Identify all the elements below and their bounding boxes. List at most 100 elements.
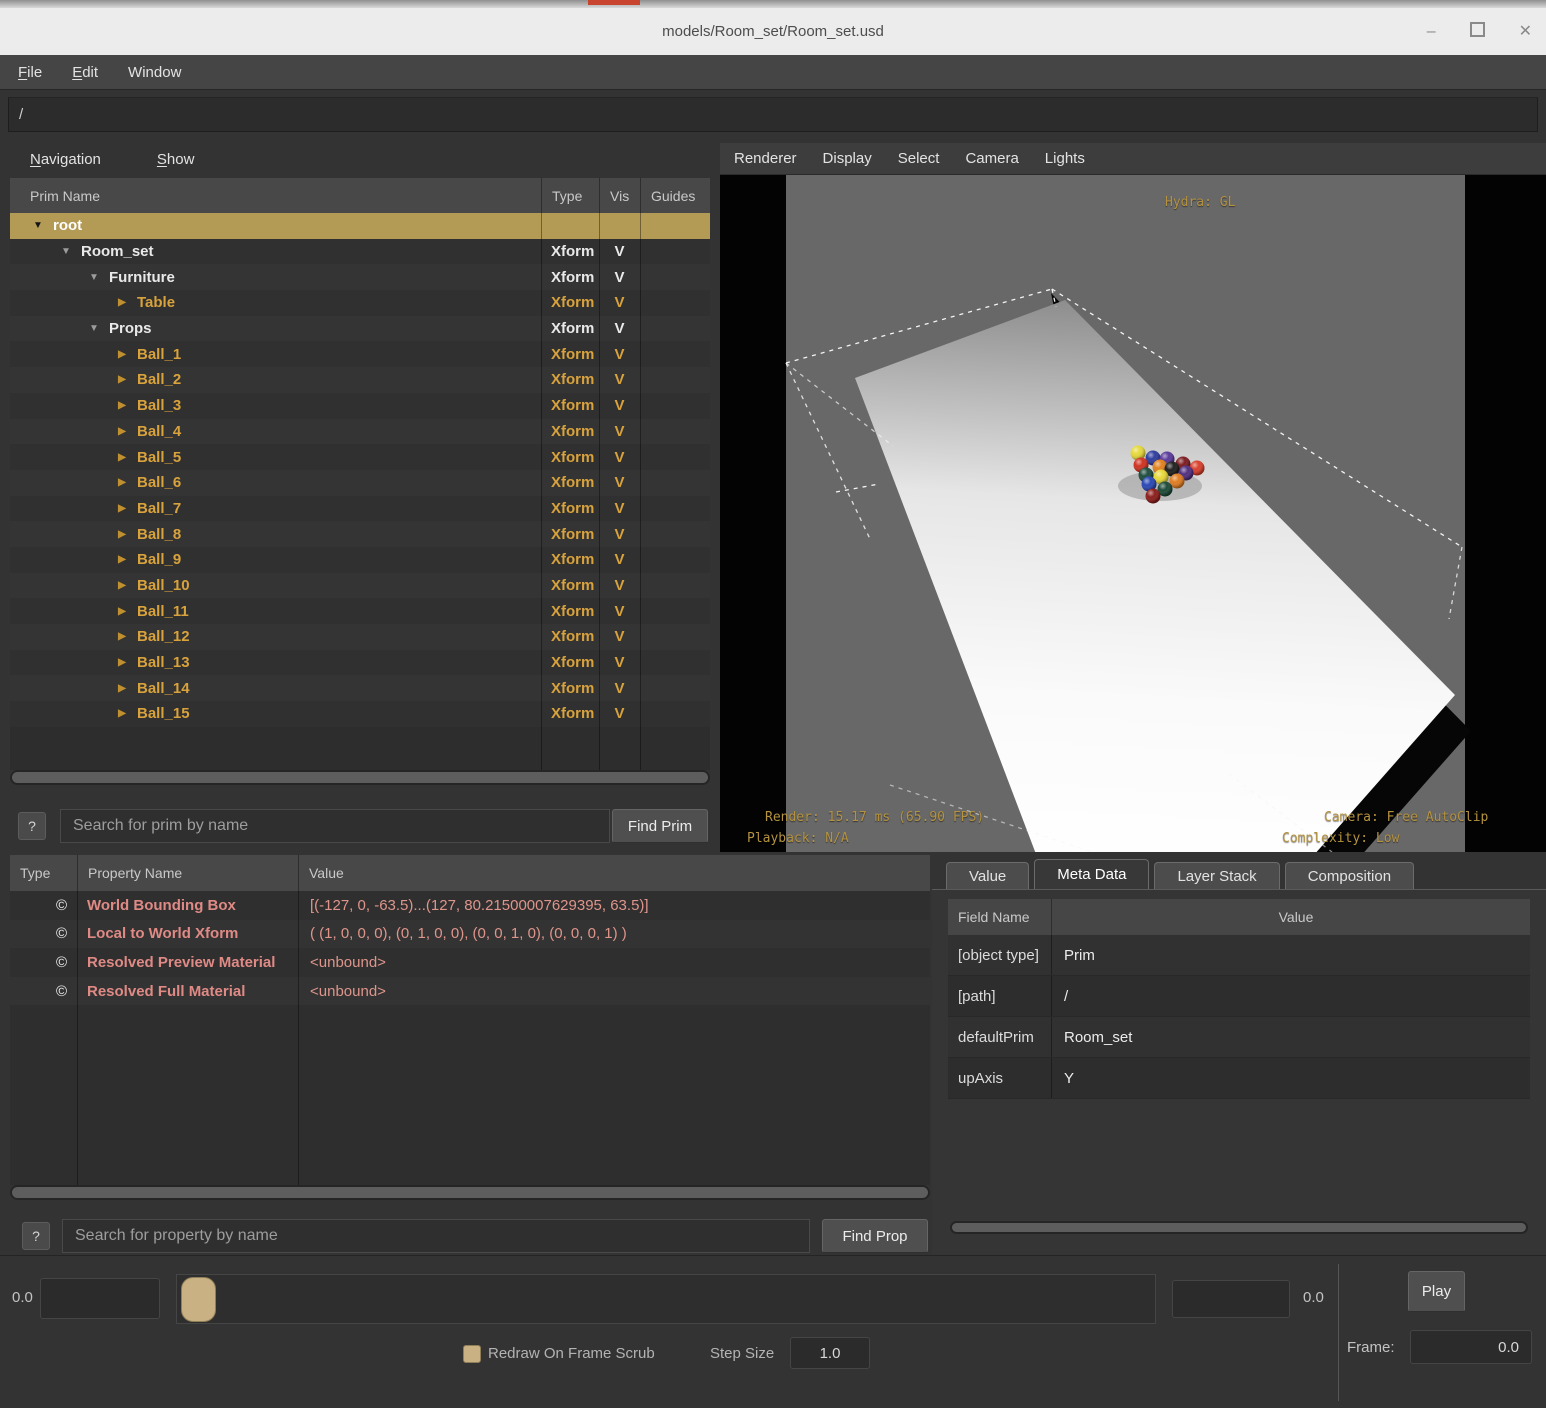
- tree-row-ball_2[interactable]: ▶ Ball_2 Xform V: [10, 367, 710, 393]
- viewport-3d[interactable]: Hydra: GL Render: 15.17 ms (65.90 FPS) P…: [720, 175, 1546, 1111]
- tab-meta-data[interactable]: Meta Data: [1034, 859, 1150, 889]
- tree-menu-show[interactable]: Show: [157, 151, 195, 168]
- tree-row-root[interactable]: ▼ root: [10, 213, 710, 239]
- prim-visibility[interactable]: V: [599, 551, 640, 568]
- menu-edit[interactable]: Edit: [72, 64, 98, 81]
- expand-arrow-icon[interactable]: ▶: [115, 657, 129, 668]
- prim-visibility[interactable]: V: [599, 397, 640, 414]
- tree-row-ball_5[interactable]: ▶ Ball_5 Xform V: [10, 444, 710, 470]
- tab-value[interactable]: Value: [946, 862, 1030, 889]
- prim-visibility[interactable]: V: [599, 526, 640, 543]
- viewport-menu-display[interactable]: Display: [823, 150, 872, 167]
- viewport-menu-lights[interactable]: Lights: [1045, 150, 1085, 167]
- tree-row-props[interactable]: ▼ Props Xform V: [10, 315, 710, 342]
- timeline-start-input[interactable]: [40, 1278, 160, 1319]
- viewport-menu-renderer[interactable]: Renderer: [734, 150, 797, 167]
- tree-menu-navigation[interactable]: Navigation: [30, 151, 101, 168]
- prim-visibility[interactable]: V: [599, 474, 640, 491]
- tree-row-ball_15[interactable]: ▶ Ball_15 Xform V: [10, 701, 710, 727]
- prim-visibility[interactable]: V: [599, 628, 640, 645]
- tree-row-ball_4[interactable]: ▶ Ball_4 Xform V: [10, 418, 710, 445]
- step-size-input[interactable]: 1.0: [790, 1337, 870, 1369]
- tree-row-ball_13[interactable]: ▶ Ball_13 Xform V: [10, 649, 710, 676]
- redraw-checkbox[interactable]: [463, 1345, 481, 1363]
- metadata-row[interactable]: [object type] Prim: [948, 935, 1530, 976]
- prim-visibility[interactable]: V: [599, 320, 640, 337]
- prim-search-help-button[interactable]: ?: [18, 812, 46, 840]
- property-row[interactable]: © Resolved Full Material <unbound>: [10, 976, 930, 1006]
- prim-visibility[interactable]: V: [599, 294, 640, 311]
- expand-arrow-icon[interactable]: ▶: [115, 529, 129, 540]
- expand-arrow-icon[interactable]: ▶: [115, 554, 129, 565]
- expand-arrow-icon[interactable]: ▶: [115, 631, 129, 642]
- tab-layer-stack[interactable]: Layer Stack: [1154, 862, 1280, 889]
- frame-slider-handle[interactable]: [181, 1277, 216, 1322]
- tree-row-ball_12[interactable]: ▶ Ball_12 Xform V: [10, 624, 710, 650]
- expand-arrow-icon[interactable]: ▶: [115, 580, 129, 591]
- tree-row-furniture[interactable]: ▼ Furniture Xform V: [10, 264, 710, 291]
- expand-arrow-icon[interactable]: ▶: [115, 683, 129, 694]
- prim-visibility[interactable]: V: [599, 243, 640, 260]
- expand-arrow-icon[interactable]: ▶: [115, 708, 129, 719]
- play-button[interactable]: Play: [1408, 1271, 1465, 1312]
- tree-row-room_set[interactable]: ▼ Room_set Xform V: [10, 238, 710, 265]
- find-prop-button[interactable]: Find Prop: [822, 1219, 928, 1253]
- tab-composition[interactable]: Composition: [1284, 862, 1415, 889]
- viewport-menu-camera[interactable]: Camera: [965, 150, 1018, 167]
- minimize-icon[interactable]: –: [1427, 23, 1436, 40]
- prim-visibility[interactable]: V: [599, 449, 640, 466]
- menu-window[interactable]: Window: [128, 64, 181, 81]
- expand-arrow-icon[interactable]: ▶: [115, 400, 129, 411]
- tree-row-ball_8[interactable]: ▶ Ball_8 Xform V: [10, 521, 710, 547]
- property-horizontal-scrollbar[interactable]: [10, 1185, 930, 1200]
- collapse-arrow-icon[interactable]: ▼: [59, 246, 73, 257]
- expand-arrow-icon[interactable]: ▶: [115, 477, 129, 488]
- menu-file[interactable]: File: [18, 64, 42, 81]
- prim-visibility[interactable]: V: [599, 654, 640, 671]
- expand-arrow-icon[interactable]: ▶: [115, 606, 129, 617]
- expand-arrow-icon[interactable]: ▶: [115, 503, 129, 514]
- close-icon[interactable]: ✕: [1519, 23, 1532, 40]
- prim-visibility[interactable]: V: [599, 680, 640, 697]
- titlebar[interactable]: models/Room_set/Room_set.usd – ✕: [0, 8, 1546, 56]
- prim-visibility[interactable]: V: [599, 603, 640, 620]
- expand-arrow-icon[interactable]: ▶: [115, 374, 129, 385]
- frame-input[interactable]: 0.0: [1410, 1330, 1532, 1364]
- metadata-row[interactable]: upAxis Y: [948, 1058, 1530, 1099]
- tree-row-ball_10[interactable]: ▶ Ball_10 Xform V: [10, 572, 710, 599]
- property-search-help-button[interactable]: ?: [22, 1222, 50, 1250]
- metadata-row[interactable]: [path] /: [948, 976, 1530, 1017]
- find-prim-button[interactable]: Find Prim: [612, 809, 708, 843]
- collapse-arrow-icon[interactable]: ▼: [87, 323, 101, 334]
- expand-arrow-icon[interactable]: ▶: [115, 349, 129, 360]
- property-row[interactable]: © Resolved Preview Material <unbound>: [10, 948, 930, 977]
- prim-visibility[interactable]: V: [599, 577, 640, 594]
- maximize-icon[interactable]: [1469, 22, 1485, 41]
- property-row[interactable]: © Local to World Xform ( (1, 0, 0, 0), (0,…: [10, 919, 930, 949]
- prim-visibility[interactable]: V: [599, 705, 640, 722]
- prim-visibility[interactable]: V: [599, 346, 640, 363]
- viewport-menu-select[interactable]: Select: [898, 150, 940, 167]
- prim-visibility[interactable]: V: [599, 500, 640, 517]
- property-row[interactable]: © World Bounding Box [(-127, 0, -63.5)...(…: [10, 891, 930, 920]
- collapse-arrow-icon[interactable]: ▼: [31, 220, 45, 231]
- metadata-horizontal-scrollbar[interactable]: [950, 1221, 1528, 1234]
- tree-row-ball_7[interactable]: ▶ Ball_7 Xform V: [10, 495, 710, 522]
- tree-row-ball_11[interactable]: ▶ Ball_11 Xform V: [10, 598, 710, 624]
- tree-row-ball_3[interactable]: ▶ Ball_3 Xform V: [10, 392, 710, 419]
- prim-visibility[interactable]: V: [599, 371, 640, 388]
- metadata-row[interactable]: defaultPrim Room_set: [948, 1017, 1530, 1058]
- expand-arrow-icon[interactable]: ▶: [115, 297, 129, 308]
- tree-row-ball_9[interactable]: ▶ Ball_9 Xform V: [10, 546, 710, 573]
- collapse-arrow-icon[interactable]: ▼: [87, 272, 101, 283]
- frame-slider[interactable]: [176, 1274, 1156, 1324]
- prim-visibility[interactable]: V: [599, 269, 640, 286]
- expand-arrow-icon[interactable]: ▶: [115, 452, 129, 463]
- tree-row-ball_14[interactable]: ▶ Ball_14 Xform V: [10, 675, 710, 702]
- property-search-input[interactable]: Search for property by name: [62, 1219, 810, 1253]
- tree-row-ball_1[interactable]: ▶ Ball_1 Xform V: [10, 341, 710, 368]
- tree-row-ball_6[interactable]: ▶ Ball_6 Xform V: [10, 469, 710, 496]
- tree-horizontal-scrollbar[interactable]: [10, 770, 710, 785]
- timeline-end-input[interactable]: [1172, 1280, 1290, 1318]
- prim-visibility[interactable]: V: [599, 423, 640, 440]
